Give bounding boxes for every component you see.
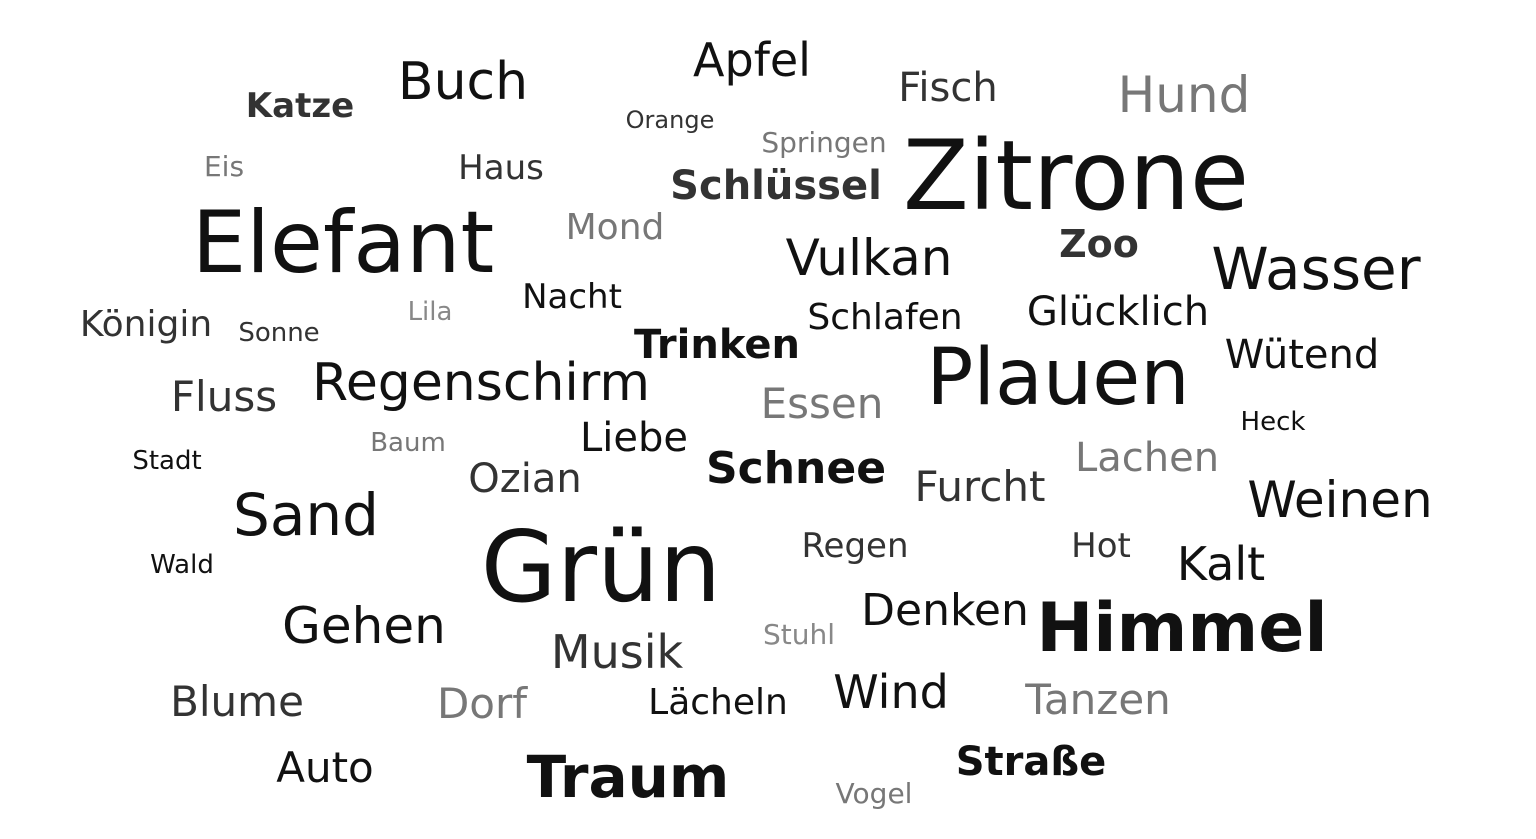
word-blume: Blume — [170, 677, 304, 726]
word-schlüssel: Schlüssel — [670, 163, 882, 209]
word-eis: Eis — [203, 150, 245, 183]
word-cloud: Apfel Buch Katze Fisch Hund Orange Springen Eis… — [0, 0, 1536, 839]
word-sand: Sand — [233, 481, 379, 549]
word-ozian: Ozian — [468, 456, 582, 502]
word-plauen: Plauen — [926, 333, 1190, 423]
word-lila: Lila — [407, 297, 453, 327]
word-hund: Hund — [1117, 66, 1251, 124]
word-elefant: Elefant — [191, 193, 495, 293]
word-mond: Mond — [565, 207, 665, 248]
word-traum: Traum — [526, 743, 730, 811]
word-regenschirm: Regenschirm — [312, 353, 650, 413]
word-trinken: Trinken — [634, 322, 800, 368]
word-königin: Königin — [79, 304, 213, 345]
word-wasser: Wasser — [1211, 235, 1421, 303]
word-haus: Haus — [458, 148, 544, 188]
word-vulkan: Vulkan — [785, 229, 953, 287]
word-gehen: Gehen — [282, 597, 446, 655]
word-baum: Baum — [370, 428, 446, 458]
word-musik: Musik — [550, 625, 684, 679]
word-glücklich: Glücklich — [1026, 289, 1210, 335]
word-hot: Hot — [1071, 526, 1131, 566]
word-stadt: Stadt — [132, 446, 202, 476]
word-himmel: Himmel — [1036, 589, 1328, 668]
word-sonne: Sonne — [238, 318, 320, 348]
word-denken: Denken — [861, 585, 1029, 636]
word-apfel: Apfel — [693, 33, 811, 87]
word-nacht: Nacht — [522, 277, 622, 317]
word-straße: Straße — [955, 739, 1107, 785]
word-lächeln: Lächeln — [648, 682, 788, 723]
word-regen: Regen — [801, 526, 909, 566]
word-zitrone: Zitrone — [902, 120, 1250, 232]
word-zoo: Zoo — [1059, 222, 1139, 266]
word-katze: Katze — [245, 86, 355, 126]
word-furcht: Furcht — [914, 462, 1046, 511]
word-stuhl: Stuhl — [762, 618, 836, 651]
word-heck: Heck — [1240, 407, 1306, 437]
word-wind: Wind — [833, 665, 949, 719]
word-kalt: Kalt — [1176, 537, 1266, 591]
word-dorf: Dorf — [436, 679, 528, 728]
word-tanzen: Tanzen — [1025, 675, 1171, 724]
word-springen: Springen — [761, 126, 887, 159]
word-weinen: Weinen — [1247, 471, 1433, 529]
word-orange: Orange — [625, 106, 715, 134]
word-schnee: Schnee — [705, 443, 887, 494]
word-essen: Essen — [760, 379, 884, 428]
word-liebe: Liebe — [579, 415, 689, 461]
word-wald: Wald — [150, 550, 214, 580]
word-fisch: Fisch — [898, 65, 998, 111]
word-vogel: Vogel — [835, 777, 913, 810]
word-auto: Auto — [276, 743, 374, 792]
word-lachen: Lachen — [1074, 435, 1220, 481]
word-wütend: Wütend — [1224, 332, 1380, 378]
word-schlafen: Schlafen — [807, 297, 963, 338]
word-fluss: Fluss — [170, 372, 278, 421]
word-buch: Buch — [397, 52, 529, 112]
word-grün: Grün — [480, 511, 722, 625]
